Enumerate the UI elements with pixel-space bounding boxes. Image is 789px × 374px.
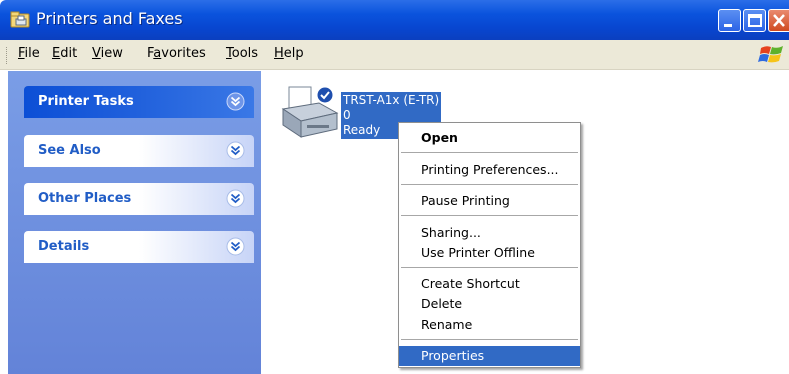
menu-help[interactable]: Help xyxy=(274,46,304,61)
window-title: Printers and Faxes xyxy=(36,9,183,28)
menu-view[interactable]: View xyxy=(92,46,123,61)
printer-icon[interactable] xyxy=(281,85,341,145)
menu-item-pause-printing[interactable]: Pause Printing xyxy=(399,191,580,211)
panel-printer-tasks[interactable]: Printer Tasks xyxy=(24,86,254,118)
menu-item-open[interactable]: Open xyxy=(399,128,580,148)
close-button[interactable] xyxy=(768,9,789,32)
context-menu: Open Printing Preferences... Pause Print… xyxy=(398,122,581,368)
menu-item-printing-preferences[interactable]: Printing Preferences... xyxy=(399,160,580,180)
printer-status: Ready xyxy=(343,123,381,137)
printer-name[interactable]: TRST-A1x (E-TR) xyxy=(343,93,439,107)
panel-title: Details xyxy=(38,239,90,254)
menu-edit[interactable]: Edit xyxy=(52,46,77,61)
chevron-down-icon[interactable] xyxy=(226,189,245,208)
menu-separator xyxy=(401,152,578,153)
menu-separator xyxy=(401,339,578,340)
menu-item-delete[interactable]: Delete xyxy=(399,294,580,314)
menu-tools[interactable]: Tools xyxy=(226,46,258,61)
menu-separator xyxy=(401,215,578,216)
menu-separator xyxy=(401,184,578,185)
panel-title: Other Places xyxy=(38,191,132,206)
task-pane: Printer Tasks See Also Other Places Deta… xyxy=(8,71,261,374)
title-bar[interactable]: Printers and Faxes xyxy=(0,0,789,40)
toolbar-grip[interactable] xyxy=(6,47,8,64)
menu-item-create-shortcut[interactable]: Create Shortcut xyxy=(399,274,580,294)
menu-item-rename[interactable]: Rename xyxy=(399,315,580,335)
menu-bar: File Edit View Favorites Tools Help xyxy=(0,40,789,70)
maximize-button[interactable] xyxy=(743,9,766,32)
menu-favorites[interactable]: Favorites xyxy=(147,46,206,61)
panel-see-also[interactable]: See Also xyxy=(24,135,254,167)
chevron-down-icon[interactable] xyxy=(226,92,245,111)
maximize-icon xyxy=(748,14,762,27)
minimize-button[interactable] xyxy=(718,9,741,32)
close-icon xyxy=(773,14,785,27)
menu-item-sharing[interactable]: Sharing... xyxy=(399,223,580,243)
printer-documents: 0 xyxy=(343,108,351,122)
menu-separator xyxy=(401,267,578,268)
panel-title: Printer Tasks xyxy=(38,94,134,109)
panel-details[interactable]: Details xyxy=(24,231,254,263)
chevron-down-icon[interactable] xyxy=(226,141,245,160)
panel-other-places[interactable]: Other Places xyxy=(24,183,254,215)
printers-folder-icon xyxy=(10,11,30,28)
chevron-down-icon[interactable] xyxy=(226,237,245,256)
menu-item-properties[interactable]: Properties xyxy=(399,346,580,366)
menu-file[interactable]: File xyxy=(18,46,40,61)
menu-item-use-printer-offline[interactable]: Use Printer Offline xyxy=(399,243,580,263)
windows-logo-icon xyxy=(758,46,783,63)
panel-title: See Also xyxy=(38,143,101,158)
minimize-icon xyxy=(724,24,732,27)
